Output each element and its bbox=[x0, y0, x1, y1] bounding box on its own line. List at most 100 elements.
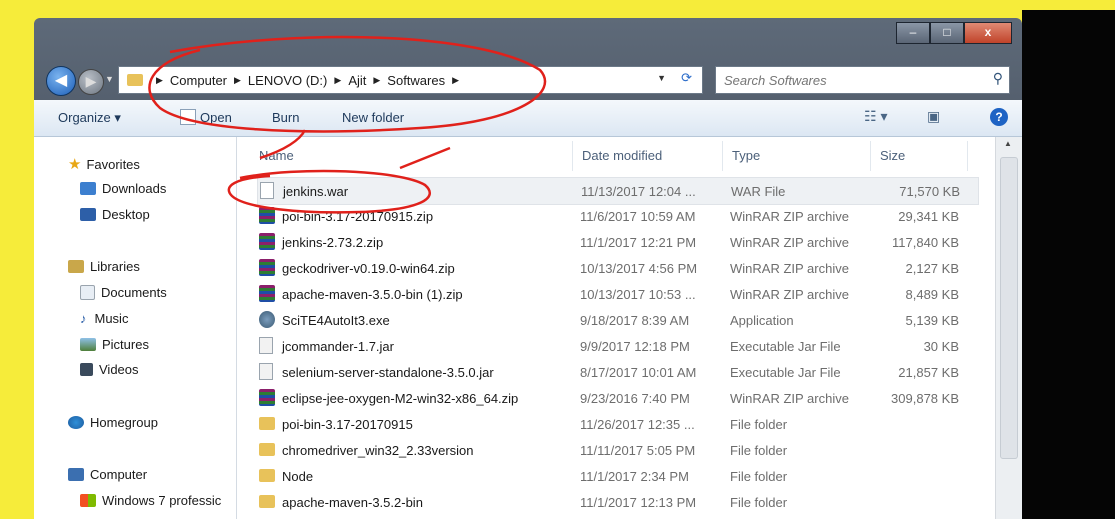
search-input[interactable] bbox=[716, 67, 976, 93]
vertical-scrollbar[interactable]: ▲ bbox=[995, 137, 1022, 519]
file-date: 11/13/2017 12:04 ... bbox=[581, 184, 696, 199]
table-row[interactable]: jenkins.war 11/13/2017 12:04 ... WAR Fil… bbox=[257, 177, 979, 205]
file-list: Name Date modified Type Size jenkins.war… bbox=[237, 137, 993, 519]
file-name: jenkins-2.73.2.zip bbox=[282, 235, 384, 250]
views-icon[interactable]: ☷ ▾ bbox=[864, 108, 887, 125]
table-row[interactable]: eclipse-jee-oxygen-M2-win32-x86_64.zip 9… bbox=[257, 385, 977, 411]
breadcrumb-ajit[interactable]: Ajit ▶ bbox=[348, 73, 387, 88]
file-size: 71,570 KB bbox=[899, 184, 960, 199]
videos-icon bbox=[80, 363, 93, 376]
search-icon[interactable]: ⚲ bbox=[993, 70, 1003, 87]
file-type: Executable Jar File bbox=[730, 339, 841, 354]
nav-favorites[interactable]: ★ Favorites bbox=[68, 155, 140, 173]
file-type: Executable Jar File bbox=[730, 365, 841, 380]
file-type: WinRAR ZIP archive bbox=[730, 209, 849, 224]
open-button[interactable]: Open bbox=[200, 110, 232, 125]
minimize-button[interactable]: – bbox=[896, 22, 930, 44]
documents-icon bbox=[80, 285, 95, 300]
nav-downloads[interactable]: Downloads bbox=[80, 181, 166, 196]
column-divider[interactable] bbox=[870, 141, 871, 171]
breadcrumb-computer[interactable]: Computer ▶ bbox=[170, 73, 248, 88]
burn-button[interactable]: Burn bbox=[272, 110, 299, 125]
forward-button[interactable]: ▶ bbox=[78, 69, 104, 95]
file-size: 21,857 KB bbox=[898, 365, 959, 380]
nav-desktop[interactable]: Desktop bbox=[80, 207, 150, 222]
file-name: eclipse-jee-oxygen-M2-win32-x86_64.zip bbox=[282, 391, 519, 406]
column-header-date[interactable]: Date modified bbox=[582, 148, 662, 163]
file-name: jcommander-1.7.jar bbox=[282, 339, 394, 354]
column-header-name[interactable]: Name bbox=[259, 148, 294, 163]
column-header-type[interactable]: Type bbox=[732, 148, 760, 163]
file-type: WinRAR ZIP archive bbox=[730, 287, 849, 302]
installer-icon bbox=[259, 311, 275, 328]
table-row[interactable]: selenium-server-standalone-3.5.0.jar 8/1… bbox=[257, 359, 977, 385]
address-dropdown[interactable]: ▼ bbox=[657, 73, 666, 83]
nav-pictures[interactable]: Pictures bbox=[80, 337, 149, 352]
nav-videos[interactable]: Videos bbox=[80, 362, 139, 377]
column-header-size[interactable]: Size bbox=[880, 148, 905, 163]
table-row[interactable]: poi-bin-3.17-20170915.zip 11/6/2017 10:5… bbox=[257, 203, 977, 229]
file-name: poi-bin-3.17-20170915 bbox=[282, 417, 413, 432]
table-row[interactable]: apache-maven-3.5.2-bin 11/1/2017 12:13 P… bbox=[257, 489, 977, 515]
file-date: 8/17/2017 10:01 AM bbox=[580, 365, 697, 380]
explorer-window: – □ x ◀ ▶ ▼ ▶ Computer ▶ LENOVO (D:) ▶ Aji… bbox=[34, 18, 1022, 519]
maximize-button[interactable]: □ bbox=[930, 22, 964, 44]
column-divider[interactable] bbox=[967, 141, 968, 171]
file-type: Application bbox=[730, 313, 794, 328]
file-date: 11/1/2017 12:13 PM bbox=[580, 495, 697, 510]
file-date: 11/6/2017 10:59 AM bbox=[580, 209, 696, 224]
breadcrumb-drive[interactable]: LENOVO (D:) ▶ bbox=[248, 73, 348, 88]
nav-music[interactable]: ♪ Music bbox=[80, 311, 128, 326]
file-type: WAR File bbox=[731, 184, 786, 199]
table-row[interactable]: Node 11/1/2017 2:34 PM File folder bbox=[257, 463, 977, 489]
table-row[interactable]: jcommander-1.7.jar 9/9/2017 12:18 PM Exe… bbox=[257, 333, 977, 359]
recent-pages-dropdown[interactable]: ▼ bbox=[105, 74, 114, 84]
table-row[interactable]: apache-maven-3.5.0-bin (1).zip 10/13/201… bbox=[257, 281, 977, 307]
nav-homegroup[interactable]: Homegroup bbox=[68, 415, 158, 430]
file-name: Node bbox=[282, 469, 314, 484]
breadcrumb-softwares[interactable]: Softwares ▶ bbox=[387, 73, 466, 88]
file-date: 11/11/2017 5:05 PM bbox=[580, 443, 696, 458]
file-size: 117,840 KB bbox=[892, 235, 959, 250]
file-date: 9/9/2017 12:18 PM bbox=[580, 339, 690, 354]
address-bar[interactable]: ▶ Computer ▶ LENOVO (D:) ▶ Ajit ▶ Softwares… bbox=[118, 66, 703, 94]
table-row[interactable]: poi-bin-3.17-20170915 11/26/2017 12:35 .… bbox=[257, 411, 977, 437]
back-button[interactable]: ◀ bbox=[46, 66, 76, 96]
folder-icon bbox=[127, 74, 143, 86]
organize-button[interactable]: Organize ▾ bbox=[58, 110, 121, 126]
downloads-icon bbox=[80, 182, 96, 195]
scrollbar-thumb[interactable] bbox=[1000, 157, 1018, 459]
column-divider[interactable] bbox=[572, 141, 573, 171]
background-black-area bbox=[1022, 10, 1115, 519]
music-icon: ♪ bbox=[80, 311, 87, 326]
file-name: chromedriver_win32_2.33version bbox=[282, 443, 474, 458]
file-size: 29,341 KB bbox=[898, 209, 959, 224]
table-row[interactable]: jenkins-2.73.2.zip 11/1/2017 12:21 PM Wi… bbox=[257, 229, 977, 255]
table-row[interactable]: chromedriver_win32_2.33version 11/11/201… bbox=[257, 437, 977, 463]
winrar-icon bbox=[259, 207, 275, 224]
refresh-icon[interactable]: ⟳ bbox=[681, 70, 692, 86]
table-row[interactable]: geckodriver-v0.19.0-win64.zip 10/13/2017… bbox=[257, 255, 977, 281]
file-date: 9/23/2016 7:40 PM bbox=[580, 391, 690, 406]
file-size: 2,127 KB bbox=[905, 261, 960, 276]
table-row[interactable]: SciTE4AutoIt3.exe 9/18/2017 8:39 AM Appl… bbox=[257, 307, 977, 333]
new-folder-button[interactable]: New folder bbox=[342, 110, 404, 125]
nav-computer[interactable]: Computer bbox=[68, 467, 147, 482]
search-box[interactable]: ⚲ bbox=[715, 66, 1010, 94]
file-type: WinRAR ZIP archive bbox=[730, 391, 849, 406]
caption-buttons: – □ x bbox=[896, 22, 1012, 44]
nav-documents[interactable]: Documents bbox=[80, 285, 167, 300]
column-divider[interactable] bbox=[722, 141, 723, 171]
file-date: 11/1/2017 12:21 PM bbox=[580, 235, 697, 250]
file-size: 5,139 KB bbox=[905, 313, 960, 328]
nav-libraries[interactable]: Libraries bbox=[68, 259, 140, 274]
help-icon[interactable]: ? bbox=[990, 108, 1008, 126]
preview-pane-icon[interactable]: ▣ bbox=[927, 108, 940, 125]
nav-windows7-drive[interactable]: Windows 7 professic bbox=[80, 493, 221, 508]
breadcrumb-root-arrow[interactable]: ▶ bbox=[149, 75, 170, 86]
jar-icon bbox=[259, 337, 273, 354]
scroll-up-arrow-icon[interactable]: ▲ bbox=[1004, 139, 1012, 148]
file-name: apache-maven-3.5.0-bin (1).zip bbox=[282, 287, 463, 302]
file-date: 9/18/2017 8:39 AM bbox=[580, 313, 690, 328]
close-button[interactable]: x bbox=[964, 22, 1012, 44]
